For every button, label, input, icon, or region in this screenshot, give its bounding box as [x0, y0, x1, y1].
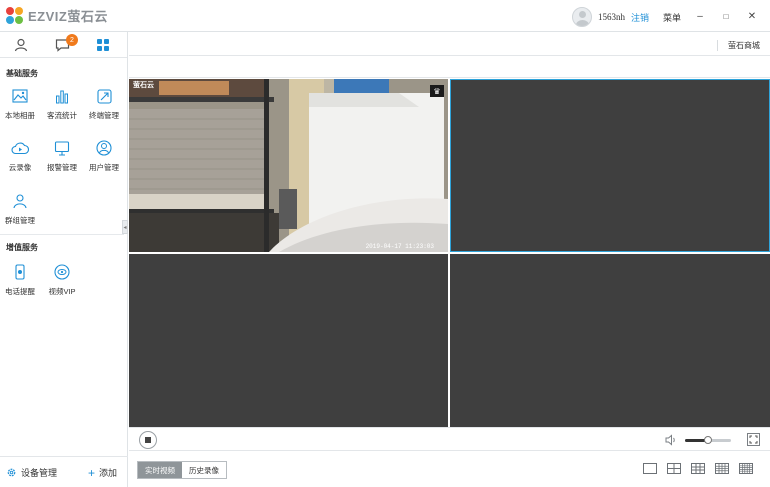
service-label: 电话提醒 — [5, 287, 35, 296]
service-passenger-flow[interactable]: 客流统计 — [42, 86, 82, 121]
message-count-badge: 2 — [66, 34, 78, 46]
service-user-manage[interactable]: 用户管理 — [84, 138, 124, 173]
tab-history-record[interactable]: 历史录像 — [182, 462, 226, 478]
menu-button[interactable]: 菜单 — [663, 11, 681, 24]
main-area: 萤石商城 萤石云 ♛ 2019-04-17 11:23:03 实时视频 历史录像 — [129, 32, 770, 487]
video-cell-2[interactable] — [450, 79, 770, 252]
minimize-icon: – — [697, 10, 703, 22]
vip-eye-icon — [54, 264, 70, 280]
camera-scene-image — [129, 79, 448, 252]
cloud-play-icon — [11, 142, 29, 155]
video-grid: 萤石云 ♛ 2019-04-17 11:23:03 — [129, 79, 770, 427]
service-video-vip[interactable]: 视频VIP — [42, 262, 82, 297]
user-area: 1563nh 注销 — [572, 7, 649, 27]
sidebar-tabs: 2 — [0, 32, 127, 58]
ezviz-watermark-text: 萤石云 — [133, 82, 154, 89]
bottom-bar: 实时视频 历史录像 — [129, 452, 770, 487]
plus-icon: + — [88, 465, 96, 480]
title-bar: EZVIZ萤石云 1563nh 注销 菜单 – □ ✕ — [0, 0, 770, 32]
video-cell-4[interactable] — [450, 254, 770, 427]
grid-apps-icon — [97, 39, 109, 51]
stop-icon — [145, 437, 151, 443]
monitor-icon — [54, 140, 70, 156]
service-local-album[interactable]: 本地相册 — [0, 86, 40, 121]
user-icon — [96, 140, 112, 156]
service-alarm-manage[interactable]: 报警管理 — [42, 138, 82, 173]
service-group-manage[interactable]: 群组管理 — [0, 191, 40, 226]
chevron-left-icon: ◂ — [123, 224, 127, 231]
service-cloud-record[interactable]: 云录像 — [0, 138, 40, 173]
add-label: 添加 — [99, 468, 118, 478]
stop-button[interactable] — [139, 431, 157, 449]
sub-strip — [129, 56, 770, 78]
sidebar-collapse-handle[interactable]: ◂ — [122, 220, 128, 234]
username: 1563nh — [598, 12, 625, 22]
view-mode-tabs: 实时视频 历史录像 — [137, 461, 227, 479]
gear-icon — [7, 468, 16, 477]
service-label: 群组管理 — [5, 216, 35, 225]
top-strip: 萤石商城 — [129, 32, 770, 56]
section-divider — [0, 234, 124, 235]
service-label: 终端管理 — [89, 111, 119, 120]
photo-album-icon — [12, 89, 28, 103]
playback-control-bar — [129, 427, 770, 451]
service-label: 客流统计 — [47, 111, 77, 120]
service-label: 本地相册 — [5, 111, 35, 120]
close-button[interactable]: ✕ — [744, 8, 760, 24]
person-icon — [14, 38, 28, 52]
fullscreen-icon[interactable] — [747, 433, 760, 446]
maximize-button[interactable]: □ — [718, 8, 734, 24]
close-icon: ✕ — [747, 10, 757, 22]
app-logo-text: EZVIZ萤石云 — [28, 9, 108, 24]
video-cell-1[interactable]: 萤石云 ♛ 2019-04-17 11:23:03 — [129, 79, 448, 252]
device-manage-icon — [96, 88, 112, 104]
group-icon — [13, 194, 27, 209]
video-watermark: 萤石云 — [133, 82, 154, 89]
layout-25-screen-icon[interactable] — [739, 463, 753, 474]
sidebar-footer: 设备管理 + 添加 — [0, 456, 128, 487]
layout-1-screen-icon[interactable] — [643, 463, 657, 474]
logout-link[interactable]: 注销 — [631, 11, 649, 24]
basic-services-title: 基础服务 — [6, 69, 38, 78]
ezviz-logo-icon — [6, 6, 24, 25]
service-label: 用户管理 — [89, 163, 119, 172]
volume-knob[interactable] — [704, 436, 712, 444]
service-phone-alert[interactable]: 电话提醒 — [0, 262, 40, 297]
service-terminal-manage[interactable]: 终端管理 — [84, 86, 124, 121]
vip-crown-icon: ♛ — [430, 85, 444, 97]
camera-feed: 萤石云 ♛ 2019-04-17 11:23:03 — [129, 79, 448, 252]
layout-9-screen-icon[interactable] — [691, 463, 705, 474]
tab-services[interactable] — [94, 36, 112, 54]
add-device-button[interactable]: + 添加 — [88, 466, 117, 479]
device-manage-button[interactable]: 设备管理 — [6, 466, 57, 479]
service-label: 云录像 — [8, 163, 32, 172]
speaker-icon[interactable] — [665, 434, 677, 446]
app-logo: EZVIZ萤石云 — [6, 6, 108, 25]
volume-slider[interactable] — [685, 436, 731, 444]
store-link[interactable]: 萤石商城 — [717, 40, 760, 51]
minimize-button[interactable]: – — [692, 8, 708, 24]
maximize-icon: □ — [723, 11, 729, 21]
value-services-title: 增值服务 — [6, 243, 38, 252]
layout-16-screen-icon[interactable] — [715, 463, 729, 474]
bar-chart-icon — [56, 90, 68, 104]
phone-alert-icon — [15, 264, 25, 280]
video-cell-3[interactable] — [129, 254, 448, 427]
layout-4-screen-icon[interactable] — [667, 463, 681, 474]
video-timestamp: 2019-04-17 11:23:03 — [365, 243, 434, 250]
device-manage-label: 设备管理 — [21, 468, 58, 478]
sidebar: 2 基础服务 本地相册 客流统计 终端管理 云录像 报警管理 用户管理 群组管理… — [0, 32, 128, 487]
avatar[interactable] — [572, 7, 592, 27]
service-label: 报警管理 — [47, 163, 77, 172]
service-label: 视频VIP — [48, 287, 76, 296]
layout-switcher — [643, 463, 753, 474]
tab-contacts[interactable] — [12, 36, 30, 54]
tab-live-video[interactable]: 实时视频 — [138, 462, 182, 478]
